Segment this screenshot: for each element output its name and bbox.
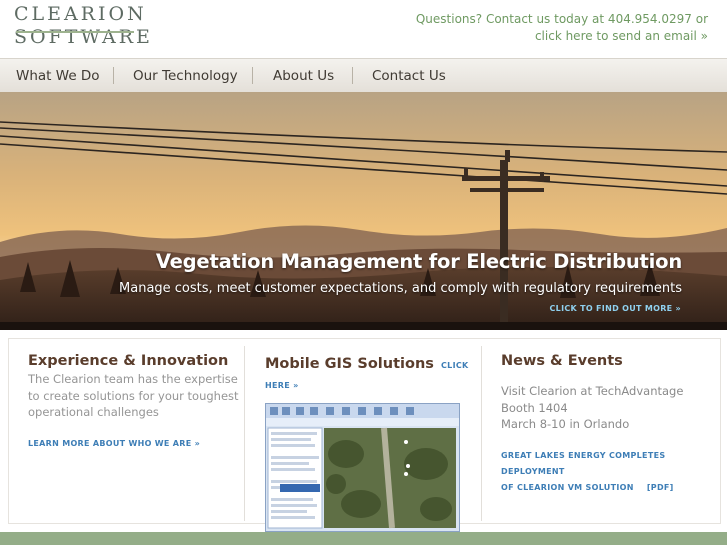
nav-item-about-us[interactable]: About Us [273, 59, 334, 92]
site-header: CLEARION SOFTWARE Questions? Contact us … [0, 0, 727, 58]
mobile-gis-heading: Mobile GIS Solutions [265, 356, 434, 372]
news-line-2: Booth 1404 [501, 400, 568, 415]
mobile-gis-screenshot[interactable] [265, 403, 460, 532]
experience-column: Experience & Innovation The Clearion tea… [28, 353, 240, 448]
news-link-line-2-wrap: OF CLEARION VM SOLUTION [PDF] [501, 480, 716, 496]
main-nav: What We Do Our Technology About Us Conta… [0, 58, 727, 93]
nav-item-what-we-do[interactable]: What We Do [16, 59, 100, 92]
hero-subtitle: Manage costs, meet customer expectations… [119, 281, 682, 296]
nav-divider [113, 67, 114, 84]
experience-body: The Clearion team has the expertise to c… [28, 372, 239, 419]
column-divider [244, 346, 245, 521]
logo-divider [16, 31, 134, 33]
news-pdf-link[interactable]: [PDF] [647, 483, 674, 492]
news-heading: News & Events [501, 353, 623, 369]
email-link[interactable]: click here to send an email » [535, 29, 708, 43]
news-link-line-2: OF CLEARION VM SOLUTION [501, 482, 634, 492]
contact-phone-text: Questions? Contact us today at 404.954.0… [415, 12, 708, 26]
contact-info: Questions? Contact us today at 404.954.0… [416, 11, 708, 44]
mobile-gis-here-link[interactable]: HERE » [265, 381, 475, 390]
learn-more-link[interactable]: LEARN MORE ABOUT WHO WE ARE » [28, 439, 240, 448]
nav-divider [252, 67, 253, 84]
nav-item-our-technology[interactable]: Our Technology [133, 59, 238, 92]
news-link-line-1: GREAT LAKES ENERGY COMPLETES DEPLOYMENT [501, 450, 666, 476]
hero-banner: Vegetation Management for Electric Distr… [0, 92, 727, 330]
footer-bar [0, 532, 727, 545]
hero-find-out-more-link[interactable]: CLICK TO FIND OUT MORE » [550, 304, 682, 313]
news-line-3: March 8-10 in Orlando [501, 417, 630, 431]
mobile-gis-column: Mobile GIS Solutions CLICK HERE » [265, 353, 475, 390]
clearion-logo[interactable]: CLEARION SOFTWARE [14, 5, 153, 47]
column-divider [481, 346, 482, 521]
mobile-gis-click-link[interactable]: CLICK [441, 361, 469, 370]
news-article-link[interactable]: GREAT LAKES ENERGY COMPLETES DEPLOYMENT … [501, 448, 716, 496]
hero-title: Vegetation Management for Electric Distr… [155, 250, 682, 273]
news-line-1: Visit Clearion at TechAdvantage [501, 384, 684, 398]
gis-app-screenshot-image [266, 404, 459, 529]
nav-item-contact-us[interactable]: Contact Us [372, 59, 446, 92]
logo-line-1: CLEARION [14, 3, 147, 25]
news-events-column: News & Events Visit Clearion at TechAdva… [501, 353, 716, 496]
nav-divider [352, 67, 353, 84]
experience-heading: Experience & Innovation [28, 353, 229, 369]
